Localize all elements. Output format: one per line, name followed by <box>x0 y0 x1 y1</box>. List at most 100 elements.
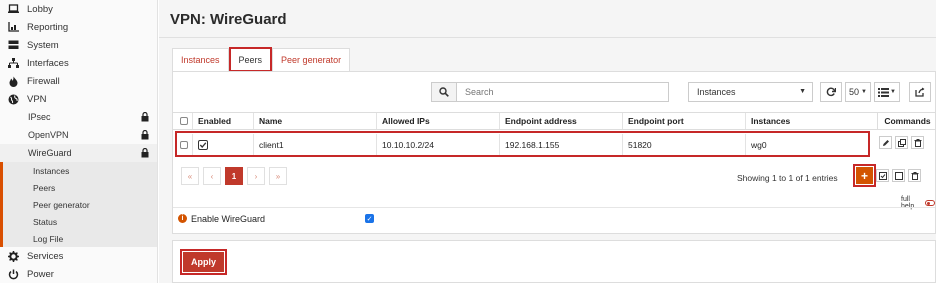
page-size-select[interactable]: 50 ▼ <box>845 82 871 102</box>
refresh-button[interactable] <box>820 82 842 102</box>
trash-icon <box>911 171 918 180</box>
fire-icon <box>8 76 19 87</box>
disable-selected-button[interactable] <box>892 169 905 182</box>
refresh-icon <box>826 87 836 97</box>
sidebar-item-label: Log File <box>33 233 64 244</box>
sidebar-item-label: Peer generator <box>33 199 90 210</box>
sidebar-item-services[interactable]: Services <box>0 247 157 265</box>
apply-panel: Apply <box>172 240 936 283</box>
search-input[interactable] <box>457 82 669 102</box>
sidebar-item-instances[interactable]: Instances <box>0 162 157 179</box>
delete-selected-button[interactable] <box>908 169 921 182</box>
toggle-off-icon <box>925 200 935 206</box>
caret-down-icon: ▼ <box>799 88 806 95</box>
table-header: Enabled Name Allowed IPs Endpoint addres… <box>173 112 879 130</box>
check-square-icon <box>878 171 887 180</box>
sidebar-item-interfaces[interactable]: Interfaces <box>0 54 157 72</box>
copy-icon <box>897 138 906 147</box>
peers-panel: Instances ▼ 50 ▼ ▼ Enabled Name Allowed … <box>172 71 936 234</box>
lock-icon <box>141 129 149 142</box>
column-header-commands: Commands <box>877 112 936 130</box>
trash-icon <box>914 138 921 147</box>
select-all-checkbox[interactable] <box>180 117 188 125</box>
pagination: « ‹ 1 › » <box>181 167 287 185</box>
sidebar-item-firewall[interactable]: Firewall <box>0 72 157 90</box>
sidebar-item-reporting[interactable]: Reporting <box>0 18 157 36</box>
lock-icon <box>141 147 149 160</box>
tab-peer-generator[interactable]: Peer generator <box>272 48 351 71</box>
square-icon <box>894 171 903 180</box>
apply-button[interactable]: Apply <box>180 249 227 275</box>
search-icon <box>439 87 449 97</box>
sidebar-item-label: VPN <box>27 93 47 105</box>
tab-instances[interactable]: Instances <box>172 48 229 71</box>
select-all-cell <box>173 113 193 129</box>
instances-filter-select[interactable]: Instances ▼ <box>688 82 813 102</box>
edit-button[interactable] <box>879 136 892 149</box>
sidebar-item-peers[interactable]: Peers <box>0 179 157 196</box>
export-button[interactable] <box>909 82 931 102</box>
column-header[interactable]: Endpoint port <box>623 113 746 129</box>
search-group <box>431 82 669 102</box>
sidebar-item-label: IPsec <box>28 112 51 122</box>
sidebar-item-label: Firewall <box>27 75 60 87</box>
sidebar-item-label: Reporting <box>27 21 69 33</box>
globe-icon <box>8 94 19 105</box>
server-icon <box>8 40 19 51</box>
sitemap-icon <box>8 58 19 69</box>
column-header[interactable]: Enabled <box>193 113 254 129</box>
sidebar-item-log-file[interactable]: Log File <box>0 230 157 247</box>
page-size-value: 50 <box>849 87 860 97</box>
column-header[interactable]: Name <box>254 113 377 129</box>
sidebar-item-status[interactable]: Status <box>0 213 157 230</box>
sidebar-item-label: Instances <box>33 165 70 176</box>
export-icon <box>915 87 925 97</box>
sidebar-item-label: Peers <box>33 182 56 193</box>
enable-wireguard-checkbox[interactable]: ✓ <box>365 214 374 223</box>
column-header[interactable]: Allowed IPs <box>377 113 500 129</box>
pencil-icon <box>882 139 889 146</box>
main-content: VPN: WireGuard Instances Peers Peer gene… <box>159 0 936 283</box>
row-highlight-annotation <box>175 131 870 157</box>
sidebar-item-ipsec[interactable]: IPsec <box>0 108 157 126</box>
column-header[interactable]: Endpoint address <box>500 113 623 129</box>
clone-button[interactable] <box>895 136 908 149</box>
sidebar-item-label: Status <box>33 216 58 227</box>
columns-button[interactable]: ▼ <box>874 82 900 102</box>
title-divider <box>159 37 936 38</box>
first-page-button[interactable]: « <box>181 167 199 185</box>
sidebar-item-openvpn[interactable]: OpenVPN <box>0 126 157 144</box>
delete-button[interactable] <box>911 136 924 149</box>
caret-down-icon: ▼ <box>861 89 867 95</box>
instances-filter-label: Instances <box>697 87 736 97</box>
search-button[interactable] <box>431 82 457 102</box>
page-1-button[interactable]: 1 <box>225 167 243 185</box>
lock-icon <box>141 111 149 124</box>
sidebar: Lobby Reporting System Interfaces Firewa… <box>0 0 158 283</box>
entries-info: Showing 1 to 1 of 1 entries <box>737 173 838 183</box>
prev-page-button[interactable]: ‹ <box>203 167 221 185</box>
next-page-button[interactable]: › <box>247 167 265 185</box>
add-peer-button[interactable]: + <box>853 164 876 187</box>
info-icon[interactable]: i <box>178 214 187 223</box>
sidebar-item-wireguard[interactable]: WireGuard <box>0 144 157 162</box>
caret-down-icon: ▼ <box>890 89 896 95</box>
sidebar-item-label: Services <box>27 250 64 262</box>
row-commands <box>879 136 924 149</box>
last-page-button[interactable]: » <box>269 167 287 185</box>
sidebar-item-label: Lobby <box>27 3 53 15</box>
chart-icon <box>8 22 19 33</box>
tab-peers[interactable]: Peers <box>228 47 273 72</box>
page-title: VPN: WireGuard <box>170 11 287 28</box>
sidebar-item-peer-generator[interactable]: Peer generator <box>0 196 157 213</box>
sidebar-item-lobby[interactable]: Lobby <box>0 0 157 18</box>
power-icon <box>8 269 19 280</box>
sidebar-item-label: System <box>27 39 59 51</box>
sidebar-item-vpn[interactable]: VPN <box>0 90 157 108</box>
enable-selected-button[interactable] <box>876 169 889 182</box>
sidebar-item-power[interactable]: Power <box>0 265 157 283</box>
sidebar-item-system[interactable]: System <box>0 36 157 54</box>
tab-bar: Instances Peers Peer generator <box>172 47 351 72</box>
list-icon <box>878 87 890 97</box>
column-header[interactable]: Instances <box>746 113 879 129</box>
